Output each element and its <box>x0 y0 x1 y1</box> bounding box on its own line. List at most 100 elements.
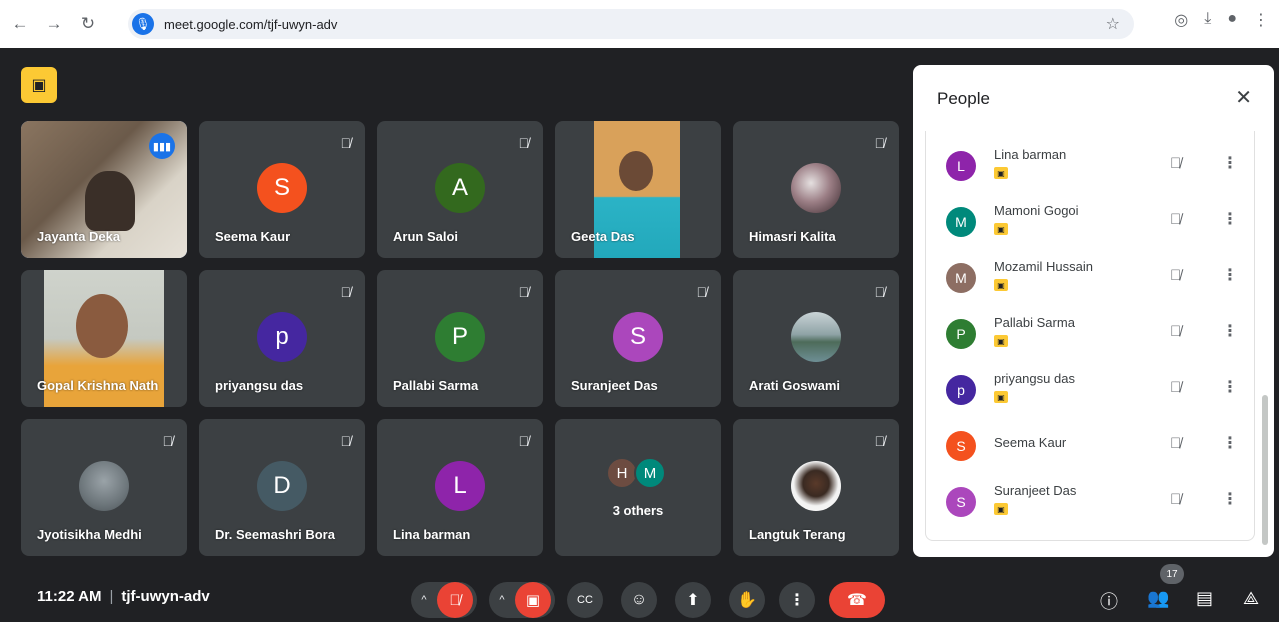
participant-tile[interactable]: 🎙̸ Langtuk Terang <box>733 419 899 556</box>
avatar: p <box>946 375 976 405</box>
mic-off-icon: 🎙̸ <box>518 433 530 449</box>
list-item[interactable]: M Mamoni Gogoi ▣ 🎙̸ ⋮ <box>946 203 1246 243</box>
more-options-button[interactable]: ⋮ <box>779 582 815 618</box>
mic-off-icon[interactable]: 🎙̸ <box>1170 323 1181 340</box>
more-options-icon[interactable]: ⋮ <box>1222 209 1238 229</box>
person-name: Pallabi Sarma <box>994 315 1075 330</box>
close-icon[interactable]: ✕ <box>1235 85 1252 110</box>
avatar: p <box>257 312 307 362</box>
participant-name: Jayanta Deka <box>37 229 121 244</box>
download-icon[interactable]: ⤓ <box>1204 10 1211 30</box>
person-silhouette <box>85 171 135 231</box>
participant-name: Langtuk Terang <box>749 527 846 542</box>
person-silhouette <box>619 151 653 191</box>
people-icon[interactable]: 👥 <box>1147 588 1169 609</box>
mic-off-icon[interactable]: 🎙̸ <box>1170 379 1181 396</box>
avatar: L <box>435 461 485 511</box>
browser-menu-icon[interactable]: ⋮ <box>1253 10 1269 30</box>
participant-tile[interactable]: Geeta Das <box>555 121 721 258</box>
avatar: S <box>946 487 976 517</box>
chat-icon[interactable]: ▤ <box>1196 588 1213 609</box>
participant-tile[interactable]: 🎙̸ P Pallabi Sarma <box>377 270 543 407</box>
more-options-icon[interactable]: ⋮ <box>1222 489 1238 509</box>
mic-off-icon[interactable]: 🎙̸ <box>1170 491 1181 508</box>
participant-tile[interactable]: Gopal Krishna Nath <box>21 270 187 407</box>
browser-toolbar: ← → ↻ 🎙 meet.google.com/tjf-uwyn-adv ☆ ◎… <box>0 0 1279 48</box>
avatar: M <box>946 263 976 293</box>
person-name: Lina barman <box>994 147 1067 162</box>
mic-off-icon[interactable]: 🎙̸ <box>1170 267 1181 284</box>
video-options-chevron-icon[interactable]: ^ <box>489 594 515 606</box>
participant-name: Jyotisikha Medhi <box>37 527 142 542</box>
participant-tile[interactable]: 🎙̸ S Seema Kaur <box>199 121 365 258</box>
avatar: S <box>257 163 307 213</box>
more-options-icon[interactable]: ⋮ <box>1222 265 1238 285</box>
more-options-icon[interactable]: ⋮ <box>1222 321 1238 341</box>
camera-off-tag-icon: ▣ <box>994 279 1008 291</box>
captions-button[interactable]: CC <box>567 582 603 618</box>
more-options-icon[interactable]: ⋮ <box>1222 433 1238 453</box>
profile-photo <box>791 461 841 511</box>
participant-name: Gopal Krishna Nath <box>37 378 159 393</box>
meeting-details-icon[interactable]: ⓘ <box>1100 588 1118 614</box>
present-screen-button[interactable]: ⬆ <box>675 582 711 618</box>
avatar: P <box>435 312 485 362</box>
participant-tile[interactable]: ▮▮▮ Jayanta Deka <box>21 121 187 258</box>
person-name: Suranjeet Das <box>994 483 1077 498</box>
avatar: M <box>634 457 666 489</box>
address-bar[interactable]: 🎙 meet.google.com/tjf-uwyn-adv ☆ <box>128 9 1134 39</box>
raise-hand-button[interactable]: ✋ <box>729 582 765 618</box>
avatar: A <box>435 163 485 213</box>
profile-icon[interactable]: ● <box>1227 10 1237 30</box>
list-item[interactable]: p priyangsu das ▣ 🎙̸ ⋮ <box>946 371 1246 411</box>
avatar: L <box>946 151 976 181</box>
list-item[interactable]: P Pallabi Sarma ▣ 🎙̸ ⋮ <box>946 315 1246 355</box>
leave-call-button[interactable]: ☎ <box>829 582 885 618</box>
participant-tile[interactable]: 🎙̸ D Dr. Seemashri Bora <box>199 419 365 556</box>
participant-tile[interactable]: 🎙̸ A Arun Saloi <box>377 121 543 258</box>
list-item[interactable]: S Suranjeet Das ▣ 🎙̸ ⋮ <box>946 483 1246 523</box>
participant-name: Seema Kaur <box>215 229 291 244</box>
url-text: meet.google.com/tjf-uwyn-adv <box>164 16 338 32</box>
participant-name: priyangsu das <box>215 378 304 393</box>
mic-off-icon: 🎙̸ <box>874 135 886 151</box>
list-item[interactable]: L Lina barman ▣ 🎙̸ ⋮ <box>946 147 1246 187</box>
participant-tile[interactable]: 🎙̸ Himasri Kalita <box>733 121 899 258</box>
participant-tile[interactable]: 🎙̸ p priyangsu das <box>199 270 365 407</box>
camera-off-button[interactable]: ▣ <box>515 582 551 618</box>
participant-name: Geeta Das <box>571 229 635 244</box>
forward-icon[interactable]: → <box>40 10 68 38</box>
person-name: Seema Kaur <box>994 435 1067 450</box>
meeting-code: tjf-uwyn-adv <box>121 588 210 605</box>
camera-off-tag-icon: ▣ <box>994 335 1008 347</box>
mic-off-icon[interactable]: 🎙̸ <box>1170 155 1181 172</box>
list-item[interactable]: S Seema Kaur 🎙̸ ⋮ <box>946 427 1246 467</box>
mic-off-button[interactable]: 🎙̸ <box>437 582 473 618</box>
back-icon[interactable]: ← <box>6 10 34 38</box>
bookmark-star-icon[interactable]: ☆ <box>1106 14 1120 34</box>
meeting-info: 11:22 AM | tjf-uwyn-adv <box>37 588 210 605</box>
person-name: Mozamil Hussain <box>994 259 1093 274</box>
emoji-reactions-button[interactable]: ☺ <box>621 582 657 618</box>
people-list: L Lina barman ▣ 🎙̸ ⋮ M Mamoni Gogoi ▣ 🎙̸… <box>925 131 1255 541</box>
panel-scrollbar[interactable] <box>1262 395 1268 545</box>
others-tile[interactable]: H M 3 others <box>555 419 721 556</box>
person-silhouette <box>76 294 128 358</box>
more-options-icon[interactable]: ⋮ <box>1222 377 1238 397</box>
person-name: priyangsu das <box>994 371 1075 386</box>
speaking-indicator-icon: ▮▮▮ <box>149 133 175 159</box>
audio-options-chevron-icon[interactable]: ^ <box>411 594 437 606</box>
list-item[interactable]: M Mozamil Hussain ▣ 🎙̸ ⋮ <box>946 259 1246 299</box>
mic-off-icon[interactable]: 🎙̸ <box>1170 435 1181 452</box>
participant-tile[interactable]: 🎙̸ S Suranjeet Das <box>555 270 721 407</box>
participant-tile[interactable]: 🎙̸ Arati Goswami <box>733 270 899 407</box>
avatar: P <box>946 319 976 349</box>
more-options-icon[interactable]: ⋮ <box>1222 153 1238 173</box>
mic-off-icon[interactable]: 🎙̸ <box>1170 211 1181 228</box>
activities-icon[interactable]: ⟁ <box>1243 588 1259 609</box>
participant-tile[interactable]: 🎙̸ L Lina barman <box>377 419 543 556</box>
site-info-icon[interactable]: 🎙 <box>132 13 154 35</box>
extensions-icon[interactable]: ◎ <box>1174 10 1188 30</box>
reload-icon[interactable]: ↻ <box>74 10 102 38</box>
participant-tile[interactable]: 🎙̸ Jyotisikha Medhi <box>21 419 187 556</box>
